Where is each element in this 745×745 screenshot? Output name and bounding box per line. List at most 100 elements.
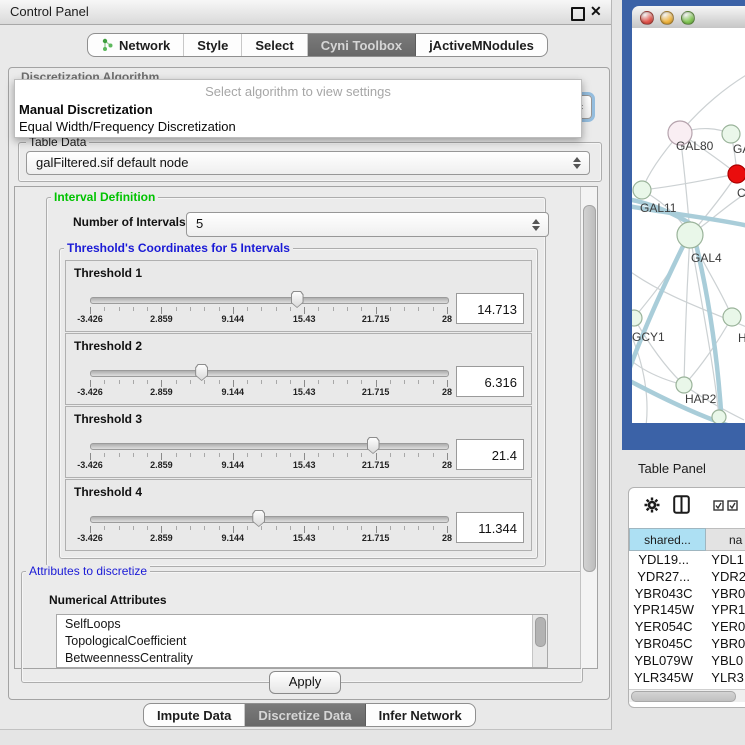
cell-shared-name[interactable]: YBR043C [629, 586, 698, 603]
node-bottom[interactable] [712, 410, 726, 423]
cell-name[interactable]: YER0 [698, 619, 745, 636]
attribute-item[interactable]: BetweennessCentrality [57, 649, 547, 666]
algorithm-option[interactable]: Manual Discretization [19, 102, 153, 117]
tab-label: Impute Data [157, 708, 231, 723]
traffic-light-zoom-icon[interactable] [681, 11, 695, 25]
node-hap2[interactable] [676, 377, 692, 393]
table-row[interactable]: YER054CYER0 [629, 619, 745, 636]
numerical-attributes-list[interactable]: SelfLoopsTopologicalCoefficientBetweenne… [56, 614, 548, 668]
slider-thumb[interactable] [291, 291, 304, 308]
table-row[interactable]: YLR345WYLR3 [629, 670, 745, 687]
tick-label: 21.715 [362, 460, 390, 470]
table-data-combobox[interactable]: galFiltered.sif default node [26, 151, 590, 175]
network-window-titlebar[interactable] [632, 6, 745, 29]
traffic-light-close-icon[interactable] [640, 11, 654, 25]
node-right-mid[interactable] [723, 308, 741, 326]
gear-icon[interactable] [644, 497, 660, 513]
tab-style[interactable]: Style [184, 34, 242, 56]
number-of-intervals-combobox[interactable]: 5 [186, 212, 549, 237]
tick-label: 9.144 [222, 387, 245, 397]
checked-checkboxes-icon[interactable] [713, 500, 739, 511]
table-row[interactable]: YPR145WYPR1 [629, 602, 745, 619]
tick-label: 15.43 [293, 460, 316, 470]
node-top-right[interactable] [722, 125, 740, 143]
cell-name[interactable]: YDR2 [698, 569, 745, 586]
number-of-intervals-value: 5 [196, 216, 203, 231]
threshold-slider[interactable] [90, 370, 449, 377]
tick-label: 9.144 [222, 533, 245, 543]
tab-cyni-toolbox[interactable]: Cyni Toolbox [308, 34, 416, 56]
threshold-value-field[interactable]: 21.4 [456, 439, 524, 470]
tick-label: 28 [442, 387, 452, 397]
slider-thumb[interactable] [195, 364, 208, 381]
node-gal11[interactable] [633, 181, 651, 199]
tab-impute-data[interactable]: Impute Data [144, 704, 245, 726]
threshold-value-field[interactable]: 6.316 [456, 366, 524, 397]
threshold-slider[interactable] [90, 443, 449, 450]
tab-network[interactable]: Network [88, 34, 184, 56]
tab-jactivemnodules[interactable]: jActiveMNodules [416, 34, 547, 56]
node-red[interactable] [728, 165, 745, 183]
table-row[interactable]: YBR045CYBR0 [629, 636, 745, 653]
table-panel-title: Table Panel [638, 461, 706, 476]
cell-shared-name[interactable]: YDL19... [629, 552, 698, 569]
threshold-value-field[interactable]: 11.344 [456, 512, 524, 543]
slider-thumb[interactable] [252, 510, 265, 527]
cell-shared-name[interactable]: YPR145W [629, 602, 698, 619]
table-row[interactable]: YBL079WYBL0 [629, 653, 745, 670]
column-header-shared[interactable]: shared... [629, 528, 706, 551]
apply-button[interactable]: Apply [269, 671, 341, 694]
cell-shared-name[interactable]: YER054C [629, 619, 698, 636]
tick-label: 9.144 [222, 314, 245, 324]
cell-name[interactable]: YDL1 [698, 552, 745, 569]
table-data-value: galFiltered.sif default node [36, 155, 188, 170]
tab-select[interactable]: Select [242, 34, 307, 56]
tick-label: 2.859 [150, 533, 173, 543]
network-edge [634, 318, 684, 385]
cell-name[interactable]: YPR1 [698, 602, 745, 619]
tab-label: Cyni Toolbox [321, 38, 402, 53]
traffic-light-minimize-icon[interactable] [660, 11, 674, 25]
network-canvas[interactable]: GAL80GACGAL11GAL4GCY1HHAP2 [632, 28, 745, 423]
table-horizontal-scrollbar[interactable] [629, 689, 745, 702]
column-header-name[interactable]: na [706, 528, 745, 551]
network-edge [642, 174, 737, 190]
cell-shared-name[interactable]: YBR045C [629, 636, 698, 653]
table-row[interactable]: YDL19...YDL1 [629, 552, 745, 569]
attribute-item[interactable]: SelfLoops [57, 615, 547, 632]
scrollbar-thumb[interactable] [631, 691, 736, 702]
cell-name[interactable]: YLR3 [698, 670, 745, 687]
table-row[interactable]: YBR043CYBR0 [629, 586, 745, 603]
tab-label: Style [197, 38, 228, 53]
tab-infer-network[interactable]: Infer Network [366, 704, 475, 726]
threshold-label: Threshold 3 [74, 412, 142, 426]
threshold-value-field[interactable]: 14.713 [456, 293, 524, 324]
close-icon[interactable]: ✕ [590, 3, 602, 20]
attributes-list-scrollbar[interactable] [532, 615, 547, 667]
tab-label: Network [119, 38, 170, 53]
cell-shared-name[interactable]: YDR27... [629, 569, 698, 586]
node-label: GAL11 [640, 201, 677, 215]
cell-name[interactable]: YBL0 [698, 653, 745, 670]
tick-label: 2.859 [150, 387, 173, 397]
float-window-icon[interactable] [571, 7, 585, 21]
tick-label: -3.426 [77, 460, 103, 470]
attribute-item[interactable]: TopologicalCoefficient [57, 632, 547, 649]
table-row[interactable]: YDR27...YDR2 [629, 569, 745, 586]
scrollbar-thumb[interactable] [583, 205, 596, 572]
algorithm-option[interactable]: Equal Width/Frequency Discretization [19, 119, 236, 134]
threshold-slider[interactable] [90, 516, 449, 523]
cell-shared-name[interactable]: YBL079W [629, 653, 698, 670]
cell-name[interactable]: YBR0 [698, 586, 745, 603]
node-gcy1[interactable] [632, 310, 642, 326]
split-columns-icon[interactable] [673, 495, 690, 514]
cell-shared-name[interactable]: YLR345W [629, 670, 698, 687]
settings-vertical-scrollbar[interactable] [580, 187, 597, 668]
node-label: GAL4 [691, 251, 722, 265]
node-gal4[interactable] [677, 222, 703, 248]
threshold-slider[interactable] [90, 297, 449, 304]
slider-thumb[interactable] [367, 437, 380, 454]
scrollbar-thumb[interactable] [535, 617, 546, 647]
tab-discretize-data[interactable]: Discretize Data [245, 704, 365, 726]
cell-name[interactable]: YBR0 [698, 636, 745, 653]
